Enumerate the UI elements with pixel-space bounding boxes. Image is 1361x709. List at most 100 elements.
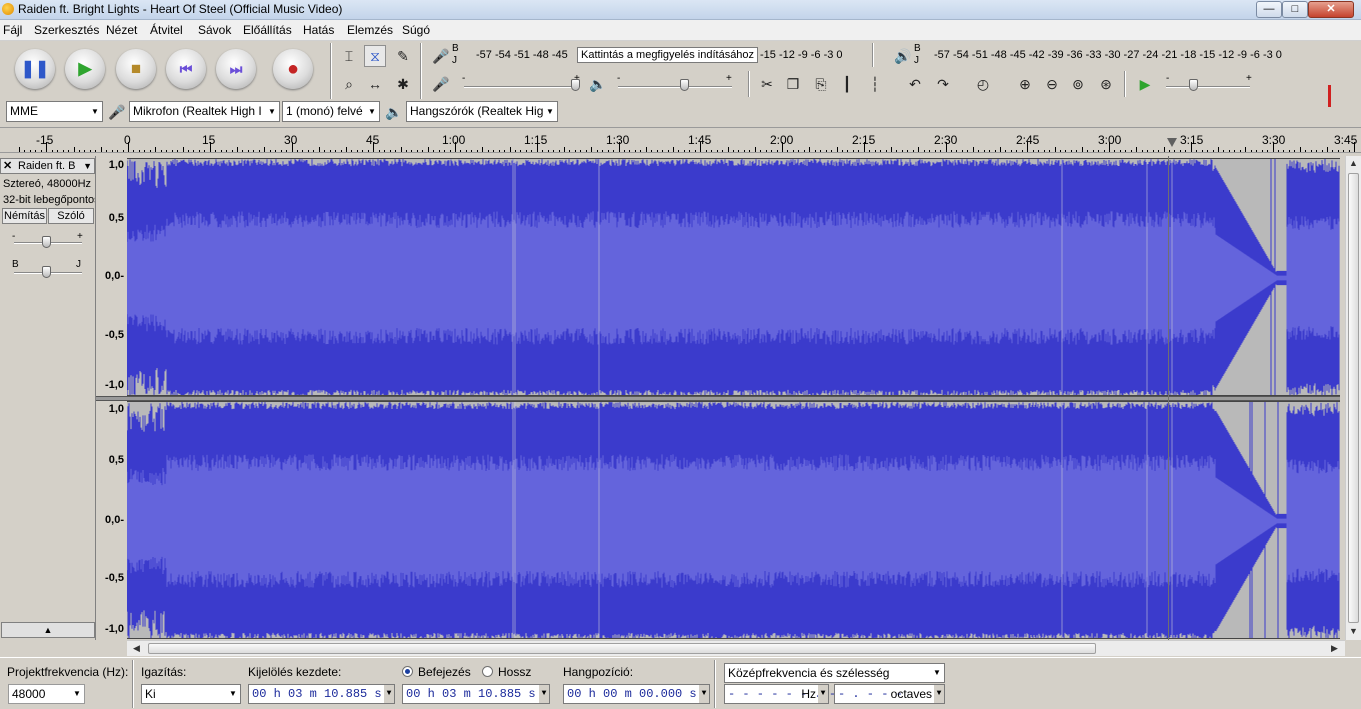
- draw-tool-icon[interactable]: ✎: [392, 45, 414, 67]
- ruler-tick: [918, 147, 919, 152]
- menu-edit[interactable]: Szerkesztés: [34, 23, 99, 37]
- fit-project-icon[interactable]: ⊛: [1095, 73, 1117, 95]
- snap-select[interactable]: Ki ▼: [141, 684, 241, 704]
- ruler-label: 1:15: [524, 133, 548, 147]
- trim-icon[interactable]: ┃: [836, 73, 858, 95]
- skip-to-end-button[interactable]: ⏭: [216, 49, 256, 89]
- ruler-tick: [253, 150, 254, 152]
- input-device-select[interactable]: Mikrofon (Realtek High I ▼: [129, 101, 280, 122]
- ruler-tick: [1158, 150, 1159, 152]
- cut-icon[interactable]: ✂: [756, 73, 778, 95]
- ruler-tick: [608, 150, 609, 152]
- track-name-menu[interactable]: ✕ Raiden ft. B ▼: [0, 158, 95, 174]
- selection-start-time[interactable]: 00 h 03 m 10.885 s ▼: [248, 684, 395, 704]
- ruler-tick: [357, 150, 358, 152]
- pause-button[interactable]: ❚❚: [15, 49, 55, 89]
- pan-slider[interactable]: [42, 266, 51, 278]
- waveform-left-channel[interactable]: [127, 158, 1340, 396]
- ruler-tick: [711, 150, 712, 152]
- chevron-down-icon: ▼: [83, 161, 92, 171]
- menu-effect[interactable]: Hatás: [303, 23, 334, 37]
- menu-transport[interactable]: Átvitel: [150, 23, 183, 37]
- input-channels-select[interactable]: 1 (monó) felvé ▼: [282, 101, 380, 122]
- menu-view[interactable]: Nézet: [106, 23, 137, 37]
- output-device-select[interactable]: Hangszórók (Realtek Hig ▼: [406, 101, 558, 122]
- audio-position-time[interactable]: 00 h 00 m 00.000 s ▼: [563, 684, 710, 704]
- zoom-tool-icon[interactable]: ⌕: [338, 73, 360, 95]
- vertical-scale-right-channel[interactable]: 1,0 0,5 0,0- -0,5 -1,0: [96, 398, 127, 640]
- menu-file[interactable]: Fájl: [3, 23, 22, 37]
- scroll-left-icon[interactable]: ◀: [133, 643, 140, 654]
- toolbar-separator: [132, 660, 134, 708]
- menu-tracks[interactable]: Sávok: [198, 23, 231, 37]
- project-rate-select[interactable]: 48000 ▼: [8, 684, 85, 704]
- output-volume-slider[interactable]: [680, 79, 689, 91]
- vertical-scale-left-channel[interactable]: 1,0 0,5 0,0- -0,5 -1,0: [96, 156, 127, 398]
- host-select[interactable]: MME ▼: [6, 101, 103, 122]
- ruler-tick: [150, 150, 151, 152]
- record-meter-ticks: -57 -54 -51 -48 -45: [476, 49, 568, 61]
- paste-icon[interactable]: ⎘: [810, 73, 832, 95]
- ruler-tick: [281, 150, 282, 152]
- zoom-out-icon[interactable]: ⊖: [1041, 73, 1063, 95]
- copy-icon[interactable]: ❐: [782, 73, 804, 95]
- ruler-tick: [297, 150, 298, 152]
- end-radio[interactable]: [402, 666, 413, 677]
- stop-button[interactable]: ■: [116, 49, 156, 89]
- solo-button[interactable]: Szóló: [48, 208, 94, 224]
- sync-lock-icon[interactable]: ◴: [972, 73, 994, 95]
- input-volume-slider[interactable]: [571, 79, 580, 91]
- ruler-tick: [1109, 142, 1110, 152]
- frequency-width[interactable]: - . - - - octaves ▼: [834, 684, 945, 704]
- center-frequency[interactable]: - - - - - - . - - Hz ▼: [724, 684, 850, 704]
- horizontal-scroll-thumb[interactable]: [148, 643, 1096, 654]
- maximize-button[interactable]: □: [1282, 1, 1308, 18]
- envelope-tool-icon[interactable]: ⧖: [364, 45, 386, 67]
- redo-icon[interactable]: ↷: [932, 73, 954, 95]
- silence-icon[interactable]: ┆: [864, 73, 886, 95]
- spectral-selection-mode[interactable]: Középfrekvencia és szélesség ▼: [724, 663, 945, 683]
- selection-tool-icon[interactable]: ⌶: [338, 45, 360, 67]
- mute-button[interactable]: Némítás: [2, 208, 47, 224]
- timeline-ruler[interactable]: -15 0 15 30 45 1:00 1:15 1:30 1:45 2:00 …: [0, 127, 1361, 153]
- waveform-rms: [127, 454, 1340, 588]
- close-button[interactable]: ✕: [1308, 1, 1354, 18]
- stop-icon: ■: [130, 59, 142, 78]
- vertical-scroll-thumb[interactable]: [1348, 173, 1359, 623]
- timeshift-tool-icon[interactable]: ↔: [364, 73, 386, 95]
- vertical-scrollbar[interactable]: ▲ ▼: [1345, 156, 1361, 640]
- gain-slider[interactable]: [42, 236, 51, 248]
- record-button[interactable]: ●: [273, 49, 313, 89]
- length-radio[interactable]: [482, 666, 493, 677]
- gain-max-label: +: [77, 231, 83, 242]
- scroll-down-icon[interactable]: ▼: [1349, 626, 1358, 636]
- chevron-down-icon: ▼: [265, 102, 279, 121]
- playback-meter-ticks: -57 -54 -51 -48 -45 -42 -39 -36 -33 -30 …: [934, 49, 1282, 61]
- collapse-track-button[interactable]: ▲: [1, 622, 95, 638]
- scroll-right-icon[interactable]: ▶: [1331, 643, 1338, 654]
- close-track-icon[interactable]: ✕: [3, 159, 15, 173]
- app-icon: [2, 3, 14, 15]
- ruler-tick: [466, 150, 467, 152]
- horizontal-scrollbar[interactable]: ◀ ▶: [127, 640, 1345, 656]
- play-speed-slider[interactable]: [1189, 79, 1198, 91]
- menu-help[interactable]: Súgó: [402, 23, 430, 37]
- selection-end-time[interactable]: 00 h 03 m 10.885 s ▼: [402, 684, 550, 704]
- menu-analyze[interactable]: Elemzés: [347, 23, 393, 37]
- zoom-in-icon[interactable]: ⊕: [1014, 73, 1036, 95]
- minimize-button[interactable]: —: [1256, 1, 1282, 18]
- undo-icon[interactable]: ↶: [904, 73, 926, 95]
- play-button[interactable]: ▶: [65, 49, 105, 89]
- play-at-speed-icon[interactable]: ▶: [1134, 73, 1156, 95]
- skip-to-start-button[interactable]: ⏮: [166, 49, 206, 89]
- record-monitor-prompt[interactable]: Kattintás a megfigyelés indításához: [577, 47, 759, 63]
- menu-generate[interactable]: Előállítás: [243, 23, 292, 37]
- ruler-tick: [302, 150, 303, 152]
- multi-tool-icon[interactable]: ✱: [392, 73, 414, 95]
- playback-meter-icon[interactable]: 🔊: [892, 45, 914, 67]
- waveform-right-channel[interactable]: [127, 401, 1340, 639]
- fit-selection-icon[interactable]: ⊚: [1067, 73, 1089, 95]
- record-meter-icon[interactable]: 🎤: [430, 45, 452, 67]
- scroll-up-icon[interactable]: ▲: [1349, 158, 1358, 168]
- ruler-tick: [749, 150, 750, 152]
